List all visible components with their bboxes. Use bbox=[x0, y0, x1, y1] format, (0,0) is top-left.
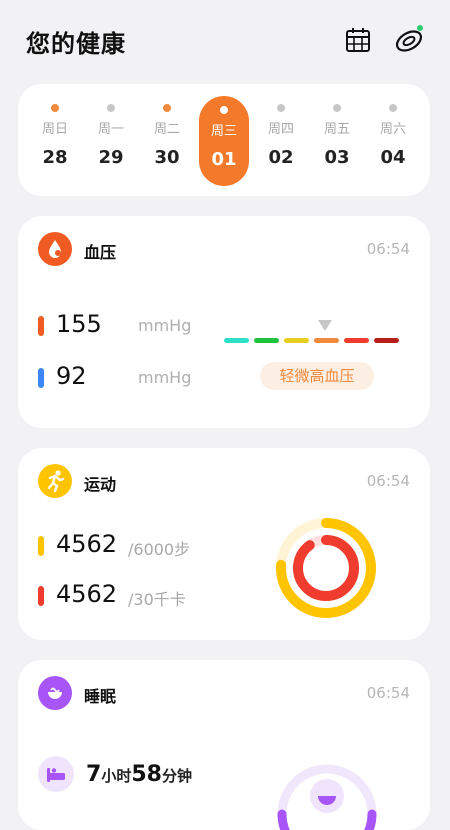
diastolic-value: 92 bbox=[56, 362, 87, 390]
sleep-icon bbox=[38, 676, 72, 710]
day-date-label: 30 bbox=[154, 147, 180, 168]
scale-segment bbox=[344, 338, 369, 343]
calendar-icon[interactable] bbox=[344, 26, 372, 54]
calories-value: 4562 bbox=[56, 580, 118, 608]
sleep-progress-ring bbox=[277, 764, 377, 830]
day-weekday-label: 周二 bbox=[153, 122, 180, 137]
calories-progress-ring bbox=[293, 535, 359, 601]
sleep-title: 睡眠 bbox=[84, 687, 117, 706]
day-weekday-label: 周五 bbox=[323, 122, 350, 137]
day-02[interactable]: 周四 02 bbox=[256, 94, 306, 186]
scale-segment bbox=[254, 338, 279, 343]
calories-goal: /30千卡 bbox=[128, 590, 186, 609]
day-weekday-label: 周日 bbox=[41, 122, 68, 137]
day-record-dot bbox=[333, 104, 341, 112]
blood-pressure-time: 06:54 bbox=[366, 240, 410, 258]
day-04[interactable]: 周六 04 bbox=[368, 94, 418, 186]
day-record-dot bbox=[163, 104, 171, 112]
activity-rings bbox=[276, 518, 376, 618]
day-record-dot bbox=[220, 106, 228, 114]
systolic-indicator bbox=[38, 316, 44, 336]
diastolic-indicator bbox=[38, 368, 44, 388]
page-title: 您的健康 bbox=[26, 30, 126, 58]
day-30[interactable]: 周二 30 bbox=[142, 94, 192, 186]
day-date-label: 01 bbox=[211, 149, 237, 170]
scale-segment bbox=[374, 338, 399, 343]
day-record-dot bbox=[107, 104, 115, 112]
day-date-label: 03 bbox=[324, 147, 350, 168]
sleep-hours: 7 bbox=[86, 762, 102, 787]
running-icon bbox=[38, 464, 72, 498]
sleep-minutes: 58 bbox=[131, 762, 162, 787]
diastolic-unit: mmHg bbox=[138, 368, 192, 387]
systolic-unit: mmHg bbox=[138, 316, 192, 335]
day-29[interactable]: 周一 29 bbox=[86, 94, 136, 186]
scale-segment bbox=[314, 338, 339, 343]
day-weekday-label: 周一 bbox=[97, 122, 124, 137]
day-date-label: 29 bbox=[98, 147, 124, 168]
day-date-label: 02 bbox=[268, 147, 294, 168]
day-weekday-label: 周四 bbox=[267, 122, 294, 137]
steps-value: 4562 bbox=[56, 530, 118, 558]
sleep-card[interactable]: 睡眠 06:54 7小时58分钟 bbox=[18, 660, 430, 830]
header: 您的健康 bbox=[0, 0, 450, 80]
day-date-label: 28 bbox=[42, 147, 68, 168]
week-selector: 周日 28 周一 29 周二 30 周三 01 周四 02 周五 03 周六 04 bbox=[18, 84, 430, 196]
band-connected-status-dot bbox=[417, 25, 423, 31]
blood-pressure-card[interactable]: 血压 06:54 155 mmHg 92 mmHg bbox=[18, 216, 430, 428]
day-record-dot bbox=[277, 104, 285, 112]
sleep-duration: 7小时58分钟 bbox=[86, 762, 192, 787]
day-03[interactable]: 周五 03 bbox=[312, 94, 362, 186]
blood-pressure-title: 血压 bbox=[84, 243, 117, 262]
calories-indicator bbox=[38, 586, 44, 606]
day-weekday-label: 周六 bbox=[379, 122, 406, 137]
day-weekday-label: 周三 bbox=[210, 124, 237, 139]
blood-drop-icon bbox=[38, 232, 72, 266]
day-01[interactable]: 周三 01 bbox=[199, 96, 249, 186]
sleep-hours-unit: 小时 bbox=[101, 767, 132, 785]
day-record-dot bbox=[51, 104, 59, 112]
day-date-label: 04 bbox=[380, 147, 406, 168]
steps-goal: /6000步 bbox=[128, 540, 191, 559]
sport-time: 06:54 bbox=[366, 472, 410, 490]
steps-indicator bbox=[38, 536, 44, 556]
blood-pressure-level-badge: 轻微高血压 bbox=[260, 362, 374, 390]
day-record-dot bbox=[389, 104, 397, 112]
blood-pressure-pointer bbox=[318, 320, 332, 331]
systolic-value: 155 bbox=[56, 310, 102, 338]
sport-title: 运动 bbox=[84, 475, 117, 494]
sport-card[interactable]: 运动 06:54 4562 /6000步 4562 /30千卡 bbox=[18, 448, 430, 640]
sleep-minutes-unit: 分钟 bbox=[161, 767, 192, 785]
scale-segment bbox=[224, 338, 249, 343]
bed-icon bbox=[38, 756, 74, 792]
sleep-time: 06:54 bbox=[366, 684, 410, 702]
scale-segment bbox=[284, 338, 309, 343]
day-28[interactable]: 周日 28 bbox=[30, 94, 80, 186]
